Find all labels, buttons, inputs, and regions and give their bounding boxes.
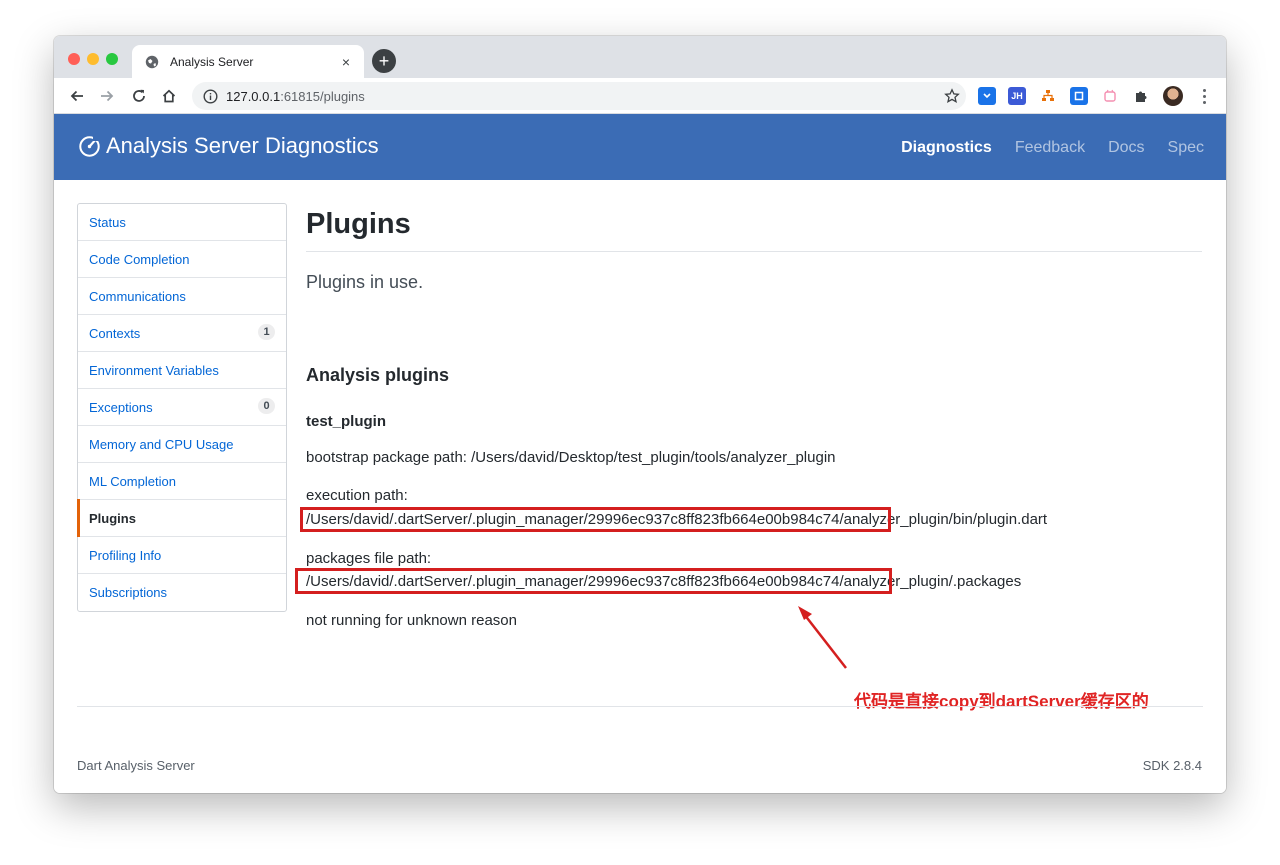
nav-diagnostics[interactable]: Diagnostics — [901, 139, 992, 157]
brand[interactable]: Analysis Server Diagnostics — [78, 133, 379, 159]
extension-shield-icon[interactable] — [978, 87, 996, 105]
execution-path-label: execution path: — [306, 487, 408, 504]
nav-docs[interactable]: Docs — [1108, 139, 1144, 157]
extension-pink-icon[interactable] — [1101, 87, 1119, 105]
annotation-arrow-icon — [798, 606, 847, 669]
contexts-count-badge: 1 — [258, 324, 275, 340]
highlight-box-packages — [295, 568, 892, 594]
sidebar-item-label: Memory and CPU Usage — [89, 436, 234, 452]
forward-arrow-icon — [101, 90, 114, 102]
reload-button[interactable] — [126, 83, 152, 109]
sidebar-item-label: Profiling Info — [89, 547, 162, 563]
nav-spec[interactable]: Spec — [1168, 139, 1204, 157]
sidebar-item-label: Environment Variables — [89, 362, 219, 378]
sidebar-item-profiling-info[interactable]: Profiling Info — [78, 537, 286, 574]
sidebar-item-label: ML Completion — [89, 473, 176, 489]
sidebar-item-subscriptions[interactable]: Subscriptions — [78, 574, 286, 611]
annotation-note: 代码是直接copy到dartServer缓存区的 — [854, 692, 1149, 711]
profile-avatar[interactable] — [1163, 86, 1183, 106]
tab-title: Analysis Server — [170, 54, 254, 69]
back-button[interactable] — [64, 83, 90, 109]
home-icon — [162, 89, 176, 103]
sidebar-menu: Status Code Completion Communications Co… — [77, 203, 287, 612]
back-arrow-icon — [70, 90, 83, 102]
page-title: Plugins — [306, 204, 1202, 252]
bootstrap-path: bootstrap package path: /Users/david/Des… — [306, 449, 836, 466]
sidebar-item-label: Status — [89, 214, 126, 230]
globe-icon — [144, 54, 160, 70]
sidebar-item-communications[interactable]: Communications — [78, 278, 286, 315]
sidebar-item-plugins[interactable]: Plugins — [77, 499, 286, 537]
sidebar-item-environment-variables[interactable]: Environment Variables — [78, 352, 286, 389]
sidebar-item-contexts[interactable]: Contexts 1 — [78, 315, 286, 352]
sidebar-item-memory-cpu[interactable]: Memory and CPU Usage — [78, 426, 286, 463]
reload-icon — [133, 89, 145, 102]
sidebar-item-label: Subscriptions — [89, 585, 168, 600]
sdk-version: SDK 2.8.4 — [1142, 758, 1202, 773]
site-header: Analysis Server Diagnostics Diagnostics … — [54, 114, 1226, 180]
extensions-puzzle-icon[interactable] — [1132, 87, 1150, 105]
nav-feedback[interactable]: Feedback — [1015, 139, 1085, 157]
sidebar-item-label: Plugins — [89, 510, 136, 526]
sidebar-item-label: Code Completion — [89, 251, 190, 267]
sidebar-item-ml-completion[interactable]: ML Completion — [78, 463, 286, 500]
section-title: Analysis plugins — [306, 365, 450, 385]
highlight-box-execution — [300, 507, 891, 532]
page-lead: Plugins in use. — [306, 272, 424, 292]
close-window-button[interactable] — [68, 53, 80, 65]
browser-toolbar: 127.0.0.1:61815/plugins JH — [54, 78, 1226, 114]
sidebar-item-label: Exceptions — [89, 399, 153, 415]
new-tab-button[interactable]: + — [372, 49, 396, 73]
sidebar-item-code-completion[interactable]: Code Completion — [78, 241, 286, 278]
exceptions-count-badge: 0 — [258, 398, 275, 414]
browser-window: Analysis Server × + 127.0.0.1:61815/plug… — [54, 36, 1226, 793]
url-host: 127.0.0.1 — [226, 88, 281, 104]
brand-title: Analysis Server Diagnostics — [106, 133, 379, 158]
browser-menu-icon[interactable] — [1196, 87, 1212, 105]
forward-button[interactable] — [94, 83, 120, 109]
sidebar-item-exceptions[interactable]: Exceptions 0 — [78, 389, 286, 426]
extension-qr-icon[interactable] — [1070, 87, 1088, 105]
home-button[interactable] — [156, 83, 182, 109]
url-path: :61815/plugins — [280, 88, 365, 104]
plugin-status: not running for unknown reason — [306, 612, 517, 629]
url-text: 127.0.0.1:61815/plugins — [226, 89, 938, 104]
extension-jh-icon[interactable]: JH — [1008, 87, 1026, 105]
top-nav: Diagnostics Feedback Docs Spec — [878, 139, 1204, 157]
tab-strip: Analysis Server × + — [54, 36, 1226, 78]
dashboard-gauge-icon — [79, 135, 101, 157]
minimize-window-button[interactable] — [87, 53, 99, 65]
footer-divider — [77, 706, 1203, 707]
plugin-name: test_plugin — [306, 413, 387, 430]
sidebar-item-status[interactable]: Status — [78, 204, 286, 241]
browser-tab[interactable]: Analysis Server × — [132, 45, 364, 78]
sidebar-item-label: Contexts — [89, 325, 141, 341]
page: Analysis Server Diagnostics Diagnostics … — [54, 114, 1226, 793]
sidebar-item-label: Communications — [89, 288, 186, 304]
extension-sitemap-icon[interactable] — [1039, 87, 1057, 105]
footer-left: Dart Analysis Server — [77, 758, 195, 773]
packages-path-label: packages file path: — [306, 550, 432, 567]
bookmark-star-icon[interactable] — [938, 88, 966, 104]
address-bar[interactable]: 127.0.0.1:61815/plugins — [192, 82, 966, 110]
main-content: Plugins Plugins in use. Analysis plugins… — [306, 204, 1202, 629]
site-info-icon[interactable] — [202, 88, 218, 104]
close-tab-icon[interactable]: × — [338, 54, 354, 70]
zoom-window-button[interactable] — [106, 53, 118, 65]
